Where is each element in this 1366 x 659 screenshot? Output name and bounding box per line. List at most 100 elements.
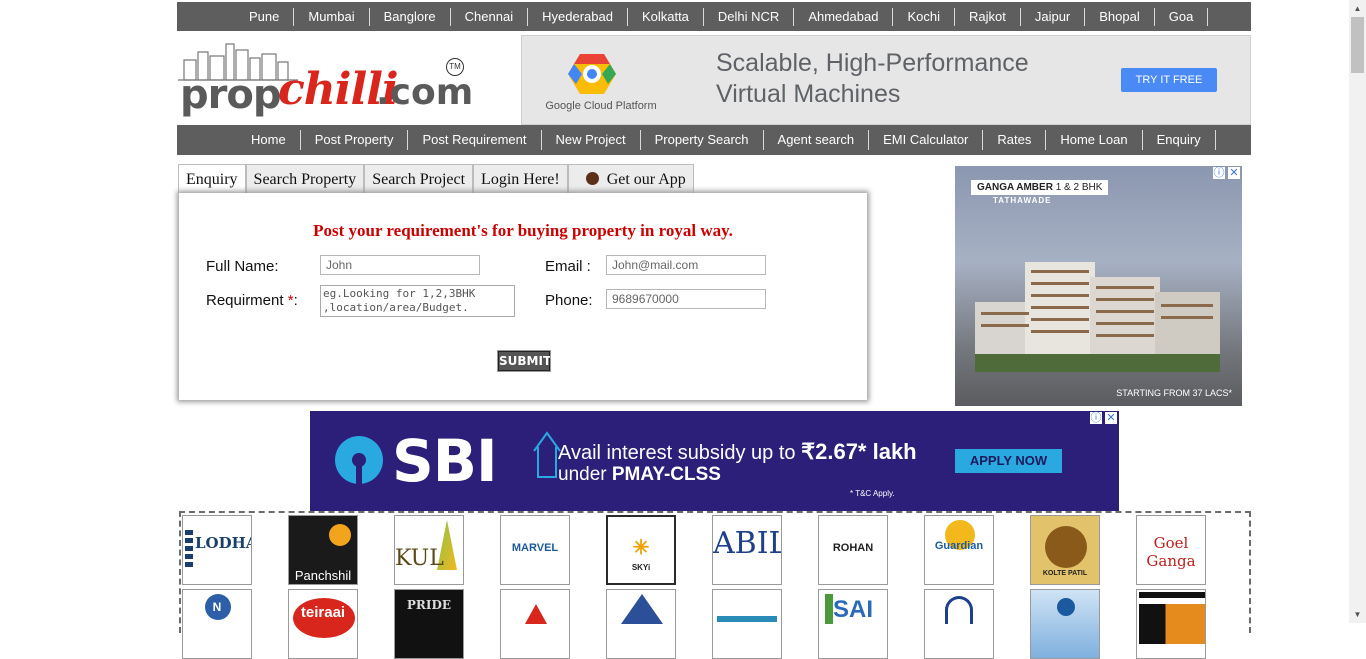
builder-logo-sai[interactable]: SAI	[818, 589, 888, 659]
nav-link-home[interactable]: Home	[237, 130, 301, 150]
google-cloud-brand: Google Cloud Platform	[545, 100, 657, 112]
builder-name: ABIL	[713, 526, 782, 561]
city-link-ahmedabad[interactable]: Ahmedabad	[794, 7, 894, 26]
builder-logo-skyi[interactable]: ✳ SKYi	[606, 515, 676, 585]
city-link-jaipur[interactable]: Jaipur	[1021, 7, 1086, 26]
ad-close-icon[interactable]: ✕	[1228, 167, 1240, 179]
builder-logo-kolte-patil[interactable]: KOLTE PATIL	[1030, 515, 1100, 585]
form-tabs: Enquiry Search Property Search Project L…	[178, 164, 694, 194]
page-scrollbar[interactable]: ▲ ▼	[1349, 0, 1366, 623]
city-link-banglore[interactable]: Banglore	[370, 7, 451, 26]
sbi-offer-line1: Avail interest subsidy up to ₹2.67* lakh	[558, 439, 917, 465]
builder-logo-row2-1[interactable]: N	[182, 589, 252, 659]
nav-link-property-search[interactable]: Property Search	[641, 130, 764, 150]
sbi-ad-close-icon[interactable]: ✕	[1105, 412, 1117, 424]
builder-logo-row2-9[interactable]	[1030, 589, 1100, 659]
requirement-label-text: Requirment	[206, 292, 284, 309]
builder-logo-panchshil[interactable]: Panchshil	[288, 515, 358, 585]
submit-button[interactable]: SUBMIT	[497, 350, 551, 372]
google-cloud-icon	[568, 54, 616, 94]
builder-logo-lodha[interactable]: LODHA	[182, 515, 252, 585]
nav-link-enquiry[interactable]: Enquiry	[1143, 130, 1216, 150]
requirement-label: Requirment *:	[206, 292, 298, 309]
builder-logo-abil[interactable]: ABIL	[712, 515, 782, 585]
project-price: STARTING FROM 37 LACS*	[1116, 388, 1232, 398]
apply-now-button[interactable]: APPLY NOW	[955, 449, 1062, 473]
ad-headline-line2: Virtual Machines	[716, 80, 901, 108]
pyramid-logo-icon	[621, 594, 663, 624]
city-list: Pune Mumbai Banglore Chennai Hyederabad Kolka…	[177, 2, 1251, 31]
try-it-free-button[interactable]: TRY IT FREE	[1121, 68, 1217, 92]
google-cloud-ad[interactable]: Google Cloud Platform Scalable, High-Per…	[521, 35, 1251, 125]
city-link-kolkatta[interactable]: Kolkatta	[628, 7, 704, 26]
builder-name: Guardian	[934, 540, 984, 552]
city-link-kochi[interactable]: Kochi	[893, 7, 955, 26]
builder-logo-grid: LODHA Panchshil KUL MARVEL ✳ SKYi ABIL R…	[179, 511, 1251, 659]
sbi-brand: SBI	[392, 427, 498, 495]
nav-link-new-project[interactable]: New Project	[542, 130, 641, 150]
sbi-ad[interactable]: SBI Avail interest subsidy up to ₹2.67* …	[310, 411, 1119, 511]
ad-info-icon[interactable]: ⓘ	[1213, 167, 1225, 179]
city-link-hyederabad[interactable]: Hyederabad	[528, 7, 628, 26]
site-logo[interactable]: prop chilli .com TM	[178, 42, 478, 122]
builder-logo-row2-5[interactable]	[606, 589, 676, 659]
requirement-colon: :	[293, 292, 298, 309]
builder-logo-guardian[interactable]: Guardian	[924, 515, 994, 585]
city-link-bhopal[interactable]: Bhopal	[1085, 7, 1155, 26]
nav-link-rates[interactable]: Rates	[983, 130, 1047, 150]
scroll-thumb[interactable]	[1351, 17, 1364, 73]
kolte-mark-icon	[1045, 526, 1087, 568]
phone-input[interactable]: 9689670000	[606, 289, 766, 309]
city-link-pune[interactable]: Pune	[235, 7, 295, 26]
project-name-text: GANGA AMBER	[977, 182, 1053, 193]
sbi-ad-info-icon[interactable]: ⓘ	[1090, 412, 1102, 424]
nav-link-emi-calculator[interactable]: EMI Calculator	[869, 130, 984, 150]
sbi-tnc: * T&C Apply.	[850, 489, 895, 498]
builder-logo-kul[interactable]: KUL	[394, 515, 464, 585]
builder-name: N	[212, 600, 222, 614]
builder-logo-marvel[interactable]: MARVEL	[500, 515, 570, 585]
tab-enquiry[interactable]: Enquiry	[178, 164, 246, 194]
nav-link-post-requirement[interactable]: Post Requirement	[408, 130, 542, 150]
tab-search-project[interactable]: Search Project	[364, 164, 474, 194]
sun-icon	[329, 524, 351, 546]
builder-logo-teiraai[interactable]: teiraai	[288, 589, 358, 659]
city-nav-bar: Pune Mumbai Banglore Chennai Hyederabad Kolka…	[177, 2, 1251, 31]
city-link-delhi-ncr[interactable]: Delhi NCR	[704, 7, 795, 26]
builder-name: MARVEL	[511, 542, 559, 554]
tab-get-app[interactable]: Get our App	[567, 164, 694, 194]
builder-name: Panchshil	[294, 568, 352, 583]
email-input[interactable]: John@mail.com	[606, 255, 766, 275]
circle-p-icon	[1057, 598, 1075, 616]
builder-logo-row2-10[interactable]	[1136, 589, 1206, 659]
builder-name: teiraai	[300, 604, 346, 621]
nav-link-post-property[interactable]: Post Property	[301, 130, 409, 150]
full-name-input[interactable]: John	[320, 255, 480, 275]
scroll-down-icon[interactable]: ▼	[1349, 606, 1366, 623]
scroll-up-icon[interactable]: ▲	[1349, 0, 1366, 17]
nav-link-home-loan[interactable]: Home Loan	[1046, 130, 1143, 150]
nav-link-agent-search[interactable]: Agent search	[764, 130, 870, 150]
city-link-chennai[interactable]: Chennai	[451, 7, 529, 26]
builder-logo-pride[interactable]: PRIDE	[394, 589, 464, 659]
project-name: GANGA AMBER 1 & 2 BHK	[971, 180, 1109, 195]
city-link-goa[interactable]: Goa	[1155, 7, 1209, 26]
ganga-amber-ad[interactable]: GANGA AMBER 1 & 2 BHK TATHAWADE STARTING…	[955, 166, 1242, 406]
builder-logo-row2-8[interactable]	[924, 589, 994, 659]
tab-login[interactable]: Login Here!	[473, 164, 568, 194]
city-link-mumbai[interactable]: Mumbai	[294, 7, 370, 26]
builder-name: ROHAN	[832, 542, 874, 554]
builder-name: KOLTE PATIL	[1042, 570, 1088, 577]
builder-logo-row2-4[interactable]	[500, 589, 570, 659]
builder-logo-row2-6[interactable]	[712, 589, 782, 659]
builder-logo-rohan[interactable]: ROHAN	[818, 515, 888, 585]
requirement-textarea[interactable]: eg.Looking for 1,2,3BHK ,location/area/B…	[320, 285, 515, 317]
trademark-badge: TM	[446, 58, 464, 76]
builder-logo-goel-ganga[interactable]: Goel Ganga	[1136, 515, 1206, 585]
sbi-offer-scheme: PMAY-CLSS	[611, 464, 721, 485]
tab-search-property[interactable]: Search Property	[245, 164, 365, 194]
builder-name: Goel Ganga	[1146, 534, 1196, 570]
builder-name: KUL	[395, 546, 444, 571]
city-link-rajkot[interactable]: Rajkot	[955, 7, 1021, 26]
full-name-label: Full Name:	[206, 258, 279, 275]
